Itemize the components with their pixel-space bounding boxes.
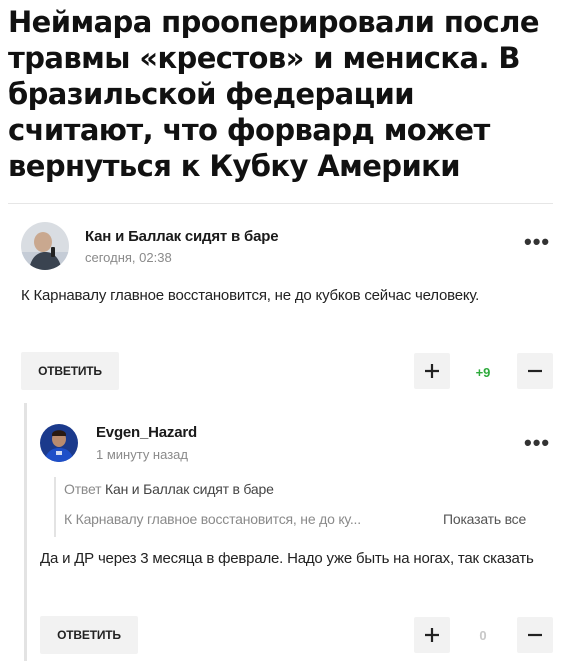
show-all-link[interactable]: Показать все: [443, 511, 526, 527]
reply-button[interactable]: ОТВЕТИТЬ: [40, 616, 138, 654]
quote-author[interactable]: Кан и Баллак сидят в баре: [105, 481, 274, 497]
minus-icon: [528, 369, 542, 373]
comment-time: 1 минуту назад: [96, 447, 188, 462]
quote-header: Ответ Кан и Баллак сидят в баре: [64, 481, 274, 497]
plus-icon: [425, 628, 439, 642]
avatar[interactable]: [21, 222, 69, 270]
avatar[interactable]: [40, 424, 78, 462]
upvote-button[interactable]: [414, 353, 450, 389]
reply-button[interactable]: ОТВЕТИТЬ: [21, 352, 119, 390]
comment-text: Да и ДР через 3 месяца в феврале. Надо у…: [40, 550, 534, 567]
downvote-button[interactable]: [517, 617, 553, 653]
upvote-button[interactable]: [414, 617, 450, 653]
more-dots-icon[interactable]: •••: [524, 432, 550, 454]
quote-prefix: Ответ: [64, 481, 102, 497]
quote-text: К Карнавалу главное восстановится, не до…: [64, 511, 361, 527]
divider: [8, 203, 553, 204]
comment-author[interactable]: Кан и Баллак сидят в баре: [85, 228, 279, 245]
avatar-image: [21, 222, 69, 270]
comment-score: 0: [479, 628, 487, 643]
comment-time: сегодня, 02:38: [85, 250, 172, 265]
comment-score: +9: [475, 365, 491, 380]
avatar-image: [40, 424, 78, 462]
comment-author[interactable]: Evgen_Hazard: [96, 424, 197, 441]
more-dots-icon[interactable]: •••: [524, 231, 550, 253]
plus-icon: [425, 364, 439, 378]
article-headline: Неймара прооперировали после травмы «кре…: [8, 5, 540, 183]
comment-text: К Карнавалу главное восстановится, не до…: [21, 287, 480, 304]
minus-icon: [528, 633, 542, 637]
downvote-button[interactable]: [517, 353, 553, 389]
